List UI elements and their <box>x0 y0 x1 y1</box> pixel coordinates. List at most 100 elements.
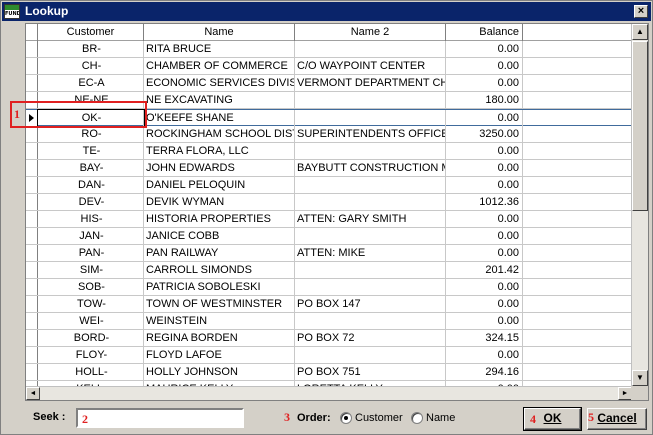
name-cell[interactable]: WEINSTEIN <box>144 313 295 329</box>
name-cell[interactable]: REGINA BORDEN <box>144 330 295 346</box>
scroll-right-icon[interactable]: ► <box>618 387 632 400</box>
table-row[interactable]: CH- CHAMBER OF COMMERCE C/O WAYPOINT CENTE… <box>26 58 632 75</box>
table-row[interactable]: TOW- TOWN OF WESTMINSTER PO BOX 147 0.00 <box>26 296 632 313</box>
table-row[interactable]: FLOY- FLOYD LAFOE 0.00 <box>26 347 632 364</box>
table-row[interactable]: BORD- REGINA BORDEN PO BOX 72 324.15 <box>26 330 632 347</box>
balance-cell[interactable]: 0.00 <box>446 58 523 74</box>
name2-cell[interactable] <box>295 279 446 295</box>
vertical-scroll-thumb[interactable] <box>632 41 648 211</box>
cancel-button[interactable]: Cancel <box>587 408 647 430</box>
horizontal-scrollbar[interactable]: ◄ ► <box>26 386 632 400</box>
balance-cell[interactable]: 0.00 <box>446 75 523 91</box>
name2-cell[interactable] <box>295 92 446 108</box>
name2-cell[interactable]: PO BOX 751 <box>295 364 446 380</box>
scroll-down-icon[interactable]: ▼ <box>632 370 648 386</box>
balance-cell[interactable]: 3250.00 <box>446 126 523 142</box>
balance-cell[interactable]: 0.00 <box>446 41 523 57</box>
column-header-balance[interactable]: Balance <box>446 24 523 41</box>
balance-cell[interactable]: 0.00 <box>446 211 523 227</box>
table-row[interactable]: PAN- PAN RAILWAY ATTEN: MIKE 0.00 <box>26 245 632 262</box>
vertical-scrollbar-bottom[interactable]: ▼ <box>631 370 648 386</box>
name2-cell[interactable] <box>295 347 446 363</box>
customer-cell[interactable]: DEV- <box>38 194 144 210</box>
name-cell[interactable]: DANIEL PELOQUIN <box>144 177 295 193</box>
name2-cell[interactable]: SUPERINTENDENTS OFFICE <box>295 126 446 142</box>
vertical-scrollbar[interactable]: ▲ <box>631 24 648 388</box>
balance-cell[interactable]: 0.00 <box>446 313 523 329</box>
order-name-label[interactable]: Name <box>426 412 455 424</box>
customer-cell[interactable]: CH- <box>38 58 144 74</box>
balance-cell[interactable]: 0.00 <box>446 143 523 159</box>
customer-cell[interactable]: HIS- <box>38 211 144 227</box>
customer-cell[interactable]: BR- <box>38 41 144 57</box>
name2-cell[interactable]: ATTEN: MIKE <box>295 245 446 261</box>
name-cell[interactable]: PAN RAILWAY <box>144 245 295 261</box>
name2-cell[interactable]: PO BOX 72 <box>295 330 446 346</box>
table-row[interactable]: JAN- JANICE COBB 0.00 <box>26 228 632 245</box>
name2-cell[interactable] <box>295 228 446 244</box>
customer-cell[interactable]: WEI- <box>38 313 144 329</box>
name2-cell[interactable] <box>295 262 446 278</box>
name2-cell[interactable] <box>295 143 446 159</box>
name-cell[interactable]: TOWN OF WESTMINSTER <box>144 296 295 312</box>
name2-cell[interactable]: BAYBUTT CONSTRUCTION MA <box>295 160 446 176</box>
balance-cell[interactable]: 180.00 <box>446 92 523 108</box>
name2-cell[interactable]: VERMONT DEPARTMENT CHILD <box>295 75 446 91</box>
balance-cell[interactable]: 0.00 <box>446 347 523 363</box>
balance-cell[interactable]: 0.00 <box>446 296 523 312</box>
customer-cell[interactable]: SIM- <box>38 262 144 278</box>
name2-cell[interactable] <box>295 177 446 193</box>
balance-cell[interactable]: 324.15 <box>446 330 523 346</box>
customer-cell[interactable]: TE- <box>38 143 144 159</box>
seek-input[interactable] <box>76 408 244 428</box>
name-cell[interactable]: RITA BRUCE <box>144 41 295 57</box>
table-row[interactable]: BR- RITA BRUCE 0.00 <box>26 41 632 58</box>
balance-cell[interactable]: 0.00 <box>446 245 523 261</box>
name-cell[interactable]: HISTORIA PROPERTIES <box>144 211 295 227</box>
table-row[interactable]: TE- TERRA FLORA, LLC 0.00 <box>26 143 632 160</box>
name-cell[interactable]: DEVIK WYMAN <box>144 194 295 210</box>
name-cell[interactable]: CARROLL SIMONDS <box>144 262 295 278</box>
table-row[interactable]: BAY- JOHN EDWARDS BAYBUTT CONSTRUCTION MA 0… <box>26 160 632 177</box>
name-cell[interactable]: TERRA FLORA, LLC <box>144 143 295 159</box>
order-customer-label[interactable]: Customer <box>355 412 403 424</box>
table-row[interactable]: HOLL- HOLLY JOHNSON PO BOX 751 294.16 <box>26 364 632 381</box>
lookup-grid[interactable]: Customer Name Name 2 Balance BR- RITA BRU… <box>25 23 649 401</box>
scroll-up-icon[interactable]: ▲ <box>632 24 648 40</box>
table-row[interactable]: SOB- PATRICIA SOBOLESKI 0.00 <box>26 279 632 296</box>
customer-cell[interactable]: PAN- <box>38 245 144 261</box>
customer-cell[interactable]: RO- <box>38 126 144 142</box>
name-cell[interactable]: ROCKINGHAM SCHOOL DISTRICT <box>144 126 295 142</box>
name-cell[interactable]: ECONOMIC SERVICES DIVISION <box>144 75 295 91</box>
customer-cell[interactable]: BAY- <box>38 160 144 176</box>
column-header-name2[interactable]: Name 2 <box>295 24 446 41</box>
customer-cell[interactable]: SOB- <box>38 279 144 295</box>
name2-cell[interactable]: PO BOX 147 <box>295 296 446 312</box>
balance-cell[interactable]: 0.00 <box>446 110 523 126</box>
name2-cell[interactable] <box>295 110 446 126</box>
order-name-radio[interactable] <box>411 412 423 424</box>
column-header-name[interactable]: Name <box>144 24 295 41</box>
customer-cell[interactable]: JAN- <box>38 228 144 244</box>
customer-cell[interactable]: EC-A <box>38 75 144 91</box>
table-row[interactable]: RO-ROCKINGHAM SCHOOL DISTRICTSUPERINTEND… <box>26 126 632 143</box>
customer-cell[interactable]: BORD- <box>38 330 144 346</box>
table-row[interactable]: SIM- CARROLL SIMONDS 201.42 <box>26 262 632 279</box>
customer-cell[interactable]: TOW- <box>38 296 144 312</box>
name2-cell[interactable] <box>295 194 446 210</box>
balance-cell[interactable]: 294.16 <box>446 364 523 380</box>
name2-cell[interactable] <box>295 313 446 329</box>
name-cell[interactable]: O'KEEFE SHANE <box>144 110 295 126</box>
order-customer-radio[interactable] <box>340 412 352 424</box>
name-cell[interactable]: HOLLY JOHNSON <box>144 364 295 380</box>
table-row[interactable]: DAN- DANIEL PELOQUIN 0.00 <box>26 177 632 194</box>
scroll-left-icon[interactable]: ◄ <box>26 387 40 400</box>
balance-cell[interactable]: 1012.36 <box>446 194 523 210</box>
table-row[interactable]: EC-AECONOMIC SERVICES DIVISIONVERMONT DE… <box>26 75 632 92</box>
customer-cell[interactable]: FLOY- <box>38 347 144 363</box>
close-icon[interactable]: × <box>634 5 648 18</box>
balance-cell[interactable]: 0.00 <box>446 279 523 295</box>
name-cell[interactable]: NE EXCAVATING <box>144 92 295 108</box>
balance-cell[interactable]: 201.42 <box>446 262 523 278</box>
balance-cell[interactable]: 0.00 <box>446 160 523 176</box>
